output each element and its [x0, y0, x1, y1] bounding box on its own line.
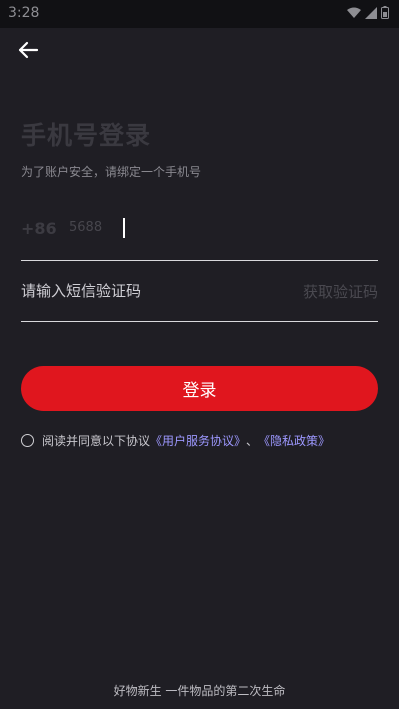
status-bar: 3:28: [0, 0, 399, 28]
agreement-checkbox[interactable]: [21, 434, 34, 447]
code-field-row: 获取验证码: [21, 268, 378, 322]
back-button[interactable]: [16, 38, 44, 62]
status-icons: [347, 6, 389, 19]
battery-icon: [381, 6, 389, 19]
get-code-button[interactable]: 获取验证码: [303, 281, 378, 302]
arrow-left-icon: [18, 41, 39, 59]
country-code[interactable]: +86: [21, 219, 57, 238]
agreement-prefix: 阅读并同意以下协议: [42, 434, 151, 448]
phone-field-row: +86: [21, 208, 378, 261]
page-title: 手机号登录: [21, 121, 152, 150]
agreement-separator: 、: [246, 434, 259, 448]
privacy-policy-link[interactable]: 《隐私政策》: [258, 432, 330, 449]
page-subtitle: 为了账户安全，请绑定一个手机号: [21, 165, 202, 179]
agreement-row: 阅读并同意以下协议 《用户服务协议》 、 《隐私政策》: [21, 432, 330, 449]
signal-icon: [365, 6, 377, 19]
phone-input[interactable]: [69, 216, 269, 238]
footer-slogan: 好物新生 一件物品的第二次生命: [113, 684, 286, 698]
wifi-icon: [347, 7, 361, 18]
sms-code-input[interactable]: [21, 280, 261, 302]
login-button[interactable]: 登录: [21, 366, 378, 411]
text-cursor: [123, 218, 125, 238]
status-time: 3:28: [8, 5, 40, 21]
user-agreement-link[interactable]: 《用户服务协议》: [150, 432, 246, 449]
